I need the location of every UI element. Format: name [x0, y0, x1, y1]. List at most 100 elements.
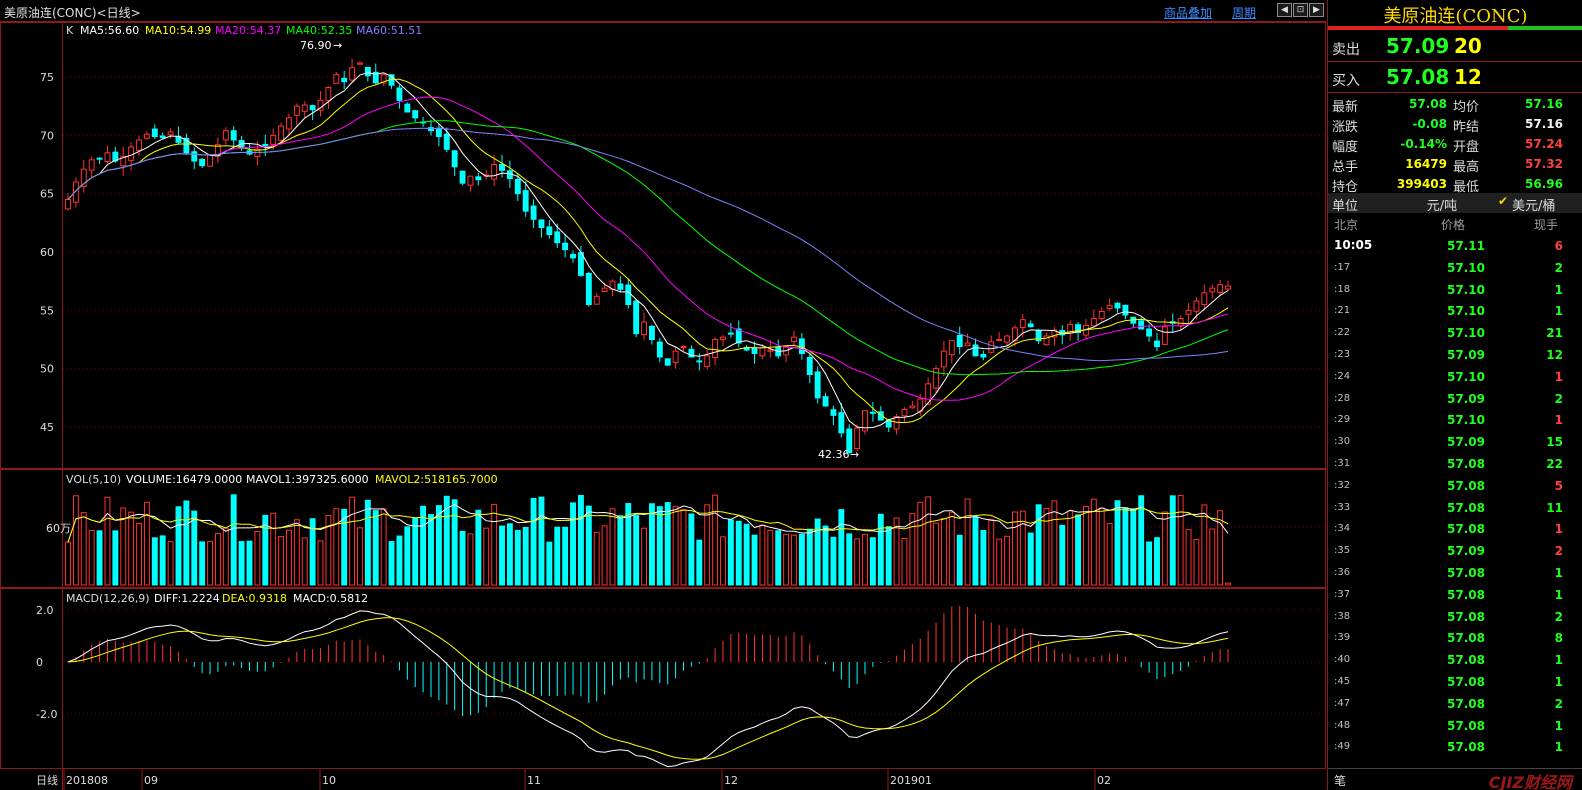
sell-row[interactable]: 卖出 57.09 20: [1328, 32, 1582, 62]
tick-row[interactable]: :33 57.08 11: [1328, 498, 1582, 520]
tick-time: :24: [1334, 370, 1351, 382]
quote-row-label: 最新: [1332, 100, 1359, 115]
tick-time: :35: [1334, 545, 1351, 557]
candle: [1106, 305, 1113, 310]
candle: [459, 170, 466, 184]
volume-bar: [1130, 508, 1137, 586]
volume-bar: [388, 541, 395, 586]
volume-bar: [1011, 511, 1018, 586]
tick-mode-label[interactable]: 笔: [1334, 772, 1346, 789]
volume-bar: [1122, 507, 1129, 586]
tick-row[interactable]: :17 57.10 2: [1328, 258, 1582, 280]
prev-arrow-icon[interactable]: ◀: [1277, 3, 1292, 17]
next-arrow-icon[interactable]: ▶: [1309, 3, 1324, 17]
tick-time: :48: [1334, 719, 1351, 731]
candle: [499, 164, 505, 171]
macd-group: 2.0 0 -2.0: [36, 604, 1326, 768]
tick-volume: 1: [1554, 587, 1563, 602]
quote-row: 涨跌 -0.08 昨结 57.16: [1328, 114, 1582, 135]
quote-row: 总手 16479 最高 57.32: [1328, 154, 1582, 175]
tick-row[interactable]: :49 57.08 1: [1328, 737, 1582, 759]
candle: [1225, 285, 1231, 290]
volume-bar: [735, 520, 742, 586]
dea-line: [67, 617, 1229, 760]
period-link[interactable]: 周期: [1232, 4, 1256, 21]
volume-bar: [869, 537, 876, 586]
volume-bar: [499, 525, 505, 586]
candle: [167, 131, 174, 136]
quote-row-label2: 最高: [1453, 160, 1480, 175]
vol-tick-label: 60万: [46, 522, 71, 535]
volume-bar: [151, 537, 158, 586]
unit-row: 单位 元/吨 ✔ 美元/桶: [1328, 193, 1582, 214]
tick-row[interactable]: :48 57.08 1: [1328, 716, 1582, 738]
tick-row[interactable]: :24 57.10 1: [1328, 367, 1582, 389]
volume-bar: [514, 529, 521, 586]
overlay-commodity-link[interactable]: 商品叠加: [1164, 4, 1212, 21]
tick-volume: 2: [1554, 696, 1563, 711]
quote-row-label: 持仓: [1332, 180, 1359, 195]
kline-chart[interactable]: 75706560555045 2.00-2.0 201808 09 10 11 12 20…: [0, 22, 1326, 790]
tick-header-price: 价格: [1441, 218, 1466, 232]
tick-row[interactable]: :23 57.09 12: [1328, 345, 1582, 367]
tick-row[interactable]: :39 57.08 8: [1328, 628, 1582, 650]
volume-bar: [1146, 541, 1153, 586]
volume-bar: [601, 525, 608, 586]
restore-icon[interactable]: ⊡: [1293, 3, 1308, 17]
quote-row-value: 16479: [1405, 157, 1447, 171]
candle: [704, 355, 711, 368]
volume-bar: [1051, 500, 1058, 586]
volume-bar: [214, 533, 221, 586]
tick-row[interactable]: :31 57.08 22: [1328, 454, 1582, 476]
volume-bar: [877, 513, 884, 586]
volume-bar: [270, 512, 277, 586]
tick-row[interactable]: :37 57.08 1: [1328, 585, 1582, 607]
candle: [404, 103, 411, 113]
candle: [940, 350, 947, 368]
tick-row[interactable]: :29 57.10 1: [1328, 410, 1582, 432]
tick-volume: 15: [1546, 435, 1563, 450]
volume-bar: [688, 513, 695, 586]
quote-row-label2: 开盘: [1453, 140, 1480, 155]
candle: [791, 336, 797, 343]
tick-row[interactable]: :38 57.08 2: [1328, 607, 1582, 629]
volume-bar: [917, 501, 924, 586]
volume-bar: [704, 504, 711, 586]
tick-row[interactable]: :21 57.10 1: [1328, 301, 1582, 323]
low-arrow-icon: →: [850, 448, 859, 461]
volume-bar: [1043, 507, 1050, 586]
volume-bar: [648, 503, 655, 586]
tick-header-vol: 现手: [1534, 218, 1559, 232]
tick-row[interactable]: :34 57.08 1: [1328, 519, 1582, 541]
unit-yuan-option[interactable]: 元/吨: [1402, 195, 1482, 214]
high-annotation: 76.90: [300, 39, 332, 52]
tick-price: 57.09: [1447, 544, 1485, 559]
candle: [1201, 292, 1208, 305]
buy-row[interactable]: 买入 57.08 12: [1328, 63, 1582, 93]
volume-bar: [404, 526, 411, 586]
tick-row[interactable]: :36 57.08 1: [1328, 563, 1582, 585]
candle: [633, 300, 640, 335]
tick-time: :39: [1334, 632, 1351, 644]
tick-row[interactable]: :22 57.10 21: [1328, 323, 1582, 345]
tick-time: :18: [1334, 283, 1351, 295]
volume-bar: [593, 531, 600, 586]
tick-row[interactable]: :18 57.10 1: [1328, 280, 1582, 302]
tick-volume: 1: [1554, 413, 1563, 428]
tick-row[interactable]: :40 57.08 1: [1328, 650, 1582, 672]
unit-usd-option[interactable]: 美元/桶: [1512, 195, 1555, 214]
tick-row[interactable]: :45 57.08 1: [1328, 672, 1582, 694]
tick-row[interactable]: :32 57.08 5: [1328, 476, 1582, 498]
tick-row[interactable]: :30 57.09 15: [1328, 432, 1582, 454]
macd-tick-label: -2.0: [36, 708, 57, 721]
tick-volume: 11: [1546, 500, 1563, 515]
tick-row[interactable]: :28 57.09 2: [1328, 389, 1582, 411]
tick-row[interactable]: :47 57.08 2: [1328, 694, 1582, 716]
volume-bar: [1114, 500, 1121, 586]
price-tick-label: 60: [40, 246, 54, 259]
candle: [293, 105, 300, 116]
candle: [1004, 335, 1010, 343]
tick-row[interactable]: 10:05 57.11 6: [1328, 236, 1582, 258]
candle: [696, 360, 703, 363]
tick-row[interactable]: :35 57.09 2: [1328, 541, 1582, 563]
